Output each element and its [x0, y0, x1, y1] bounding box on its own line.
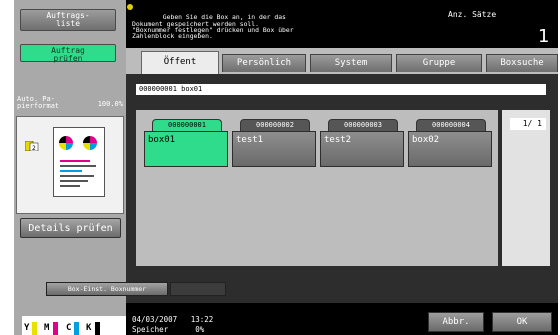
tab-system[interactable]: System [310, 54, 392, 72]
box-number: 000000004 [416, 119, 486, 131]
toner-y-label: Y [24, 323, 30, 333]
box-number-settings-button[interactable]: Box-Einst. Boxnummer [46, 282, 168, 296]
box-item[interactable]: 000000001 box01 [144, 119, 228, 167]
datetime: 04/03/2007 13:22 [132, 315, 214, 324]
instruction-text: Geben Sie die Box an, in der das Dokumen… [132, 13, 294, 41]
selected-box-display: 000000001 box01 [136, 84, 546, 95]
box-number: 000000003 [328, 119, 398, 131]
screen: Auftrags- liste Auftrag prüfen Auto. Pa-… [0, 0, 560, 335]
job-list-button[interactable]: Auftrags- liste [20, 9, 116, 31]
box-name: test2 [320, 131, 404, 167]
memory-status: Speicher 0% [132, 325, 205, 334]
ok-button[interactable]: OK [492, 312, 552, 332]
cancel-button[interactable]: Abbr. [428, 312, 484, 332]
box-grid: 000000001 box01 000000002 test1 00000000… [136, 110, 498, 266]
svg-text:2: 2 [32, 145, 36, 151]
box-item[interactable]: 000000002 test1 [232, 119, 316, 167]
toner-m-label: M [44, 323, 50, 333]
page-thumbnail [53, 127, 105, 197]
copies-value: 1 [538, 26, 550, 47]
info-icon [127, 4, 133, 10]
box-name: box02 [408, 131, 492, 167]
toner-levels: Y M C K [22, 316, 126, 335]
toner-k-swatch [95, 322, 100, 335]
toner-m-swatch [53, 322, 58, 335]
duplex-icon: 2 [25, 141, 39, 151]
paper-format-percent: 100.0% [97, 100, 123, 108]
copies-label: Anz. Sätze [448, 10, 497, 19]
box-number: 000000001 [152, 119, 222, 131]
box-number: 000000002 [240, 119, 310, 131]
toner-k-label: K [86, 323, 92, 333]
box-item[interactable]: 000000003 test2 [320, 119, 404, 167]
message-bar: Geben Sie die Box an, in der das Dokumen… [126, 0, 558, 48]
toner-c-swatch [74, 322, 79, 335]
tab-public[interactable]: Öffent [141, 51, 219, 74]
box-panel: 000000001 box01 000000001 box01 00000000… [126, 74, 558, 303]
box-item[interactable]: 000000004 box02 [408, 119, 492, 167]
details-check-button[interactable]: Details prüfen [20, 218, 121, 238]
tab-personal[interactable]: Persönlich [222, 54, 306, 72]
check-job-button[interactable]: Auftrag prüfen [20, 44, 116, 63]
pager: 1/ 1 [502, 110, 550, 266]
paper-format-label: Auto. Pa- pierformat 100.0% [14, 96, 129, 110]
tab-group[interactable]: Gruppe [396, 54, 482, 72]
instruction-message: Geben Sie die Box an, in der das Dokumen… [127, 2, 432, 45]
paper-format-text: Auto. Pa- pierformat [17, 95, 60, 110]
job-preview: 2 [16, 116, 124, 214]
tab-box-search[interactable]: Boxsuche [486, 54, 558, 72]
box-name: box01 [144, 131, 228, 167]
box-name: test1 [232, 131, 316, 167]
status-bar: 04/03/2007 13:22 Speicher 0% Abbr. OK [126, 303, 558, 335]
toner-c-label: C [66, 323, 72, 333]
box-number-field[interactable] [170, 282, 226, 296]
toner-y-swatch [32, 322, 37, 335]
control-panel: Auftrags- liste Auftrag prüfen Auto. Pa-… [14, 0, 558, 335]
color-pie-icon [59, 136, 97, 187]
page-indicator: 1/ 1 [510, 118, 546, 130]
